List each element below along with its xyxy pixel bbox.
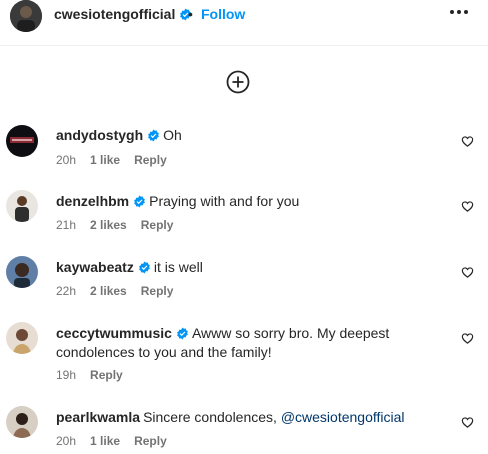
- comment-username[interactable]: pearlkwamla: [56, 408, 140, 427]
- comment-meta: 19h Reply: [56, 368, 123, 382]
- heart-icon[interactable]: [461, 332, 474, 345]
- comment-username[interactable]: kaywabeatz: [56, 258, 134, 277]
- verified-badge-icon: [134, 195, 145, 208]
- comment-body: denzelhbm Praying with and for you: [56, 192, 446, 211]
- verified-badge-icon: [148, 129, 159, 142]
- comment-body: ceccytwummusic Awww so sorry bro. My dee…: [56, 324, 446, 362]
- verified-badge-icon: [177, 327, 188, 340]
- comment-username[interactable]: denzelhbm: [56, 192, 129, 211]
- reply-button[interactable]: Reply: [141, 284, 174, 298]
- comment-username[interactable]: andydostygh: [56, 126, 143, 145]
- reply-button[interactable]: Reply: [134, 153, 167, 167]
- heart-icon[interactable]: [461, 135, 474, 148]
- heart-icon[interactable]: [461, 416, 474, 429]
- comment-likes[interactable]: 2 likes: [90, 218, 127, 232]
- reply-button[interactable]: Reply: [134, 434, 167, 448]
- comment-time[interactable]: 19h: [56, 368, 76, 382]
- comment-text: it is well: [153, 259, 203, 275]
- reply-button[interactable]: Reply: [90, 368, 123, 382]
- comment-text: Sincere condolences,: [143, 409, 281, 425]
- comment-likes[interactable]: 1 like: [90, 153, 120, 167]
- comment-time[interactable]: 22h: [56, 284, 76, 298]
- comment-body: pearlkwamla Sincere condolences, @cwesiot…: [56, 408, 446, 427]
- comment-body: andydostygh Oh: [56, 126, 446, 145]
- avatar[interactable]: [6, 322, 38, 354]
- comment-body: kaywabeatz it is well: [56, 258, 446, 277]
- comment-text: Praying with and for you: [149, 193, 300, 209]
- comment-meta: 22h 2 likes Reply: [56, 284, 173, 298]
- comment-likes[interactable]: 1 like: [90, 434, 120, 448]
- comment-meta: 20h 1 like Reply: [56, 434, 167, 448]
- comment-username[interactable]: ceccytwummusic: [56, 324, 172, 343]
- heart-icon[interactable]: [461, 200, 474, 213]
- header-separator: •: [188, 6, 193, 22]
- comment-time[interactable]: 20h: [56, 434, 76, 448]
- verified-badge-icon: [138, 261, 150, 274]
- more-options-icon[interactable]: [450, 10, 468, 16]
- comment-mention[interactable]: @cwesiotengofficial: [281, 409, 405, 425]
- comment-likes[interactable]: 2 likes: [90, 284, 127, 298]
- load-more-comments-icon[interactable]: [226, 70, 250, 94]
- comment-meta: 21h 2 likes Reply: [56, 218, 173, 232]
- post-header: cwesiotengofficial • Follow: [0, 0, 488, 46]
- comment-meta: 20h 1 like Reply: [56, 153, 167, 167]
- avatar[interactable]: [6, 256, 38, 288]
- avatar[interactable]: [6, 406, 38, 438]
- comment-time[interactable]: 20h: [56, 153, 76, 167]
- comment-text: Oh: [163, 127, 182, 143]
- author-username-wrap[interactable]: cwesiotengofficial: [54, 6, 192, 22]
- avatar[interactable]: [6, 190, 38, 222]
- comment-time[interactable]: 21h: [56, 218, 76, 232]
- follow-button[interactable]: Follow: [201, 6, 245, 22]
- author-username[interactable]: cwesiotengofficial: [54, 6, 175, 22]
- avatar[interactable]: [6, 125, 38, 157]
- author-avatar[interactable]: [10, 0, 42, 32]
- heart-icon[interactable]: [461, 266, 474, 279]
- reply-button[interactable]: Reply: [141, 218, 174, 232]
